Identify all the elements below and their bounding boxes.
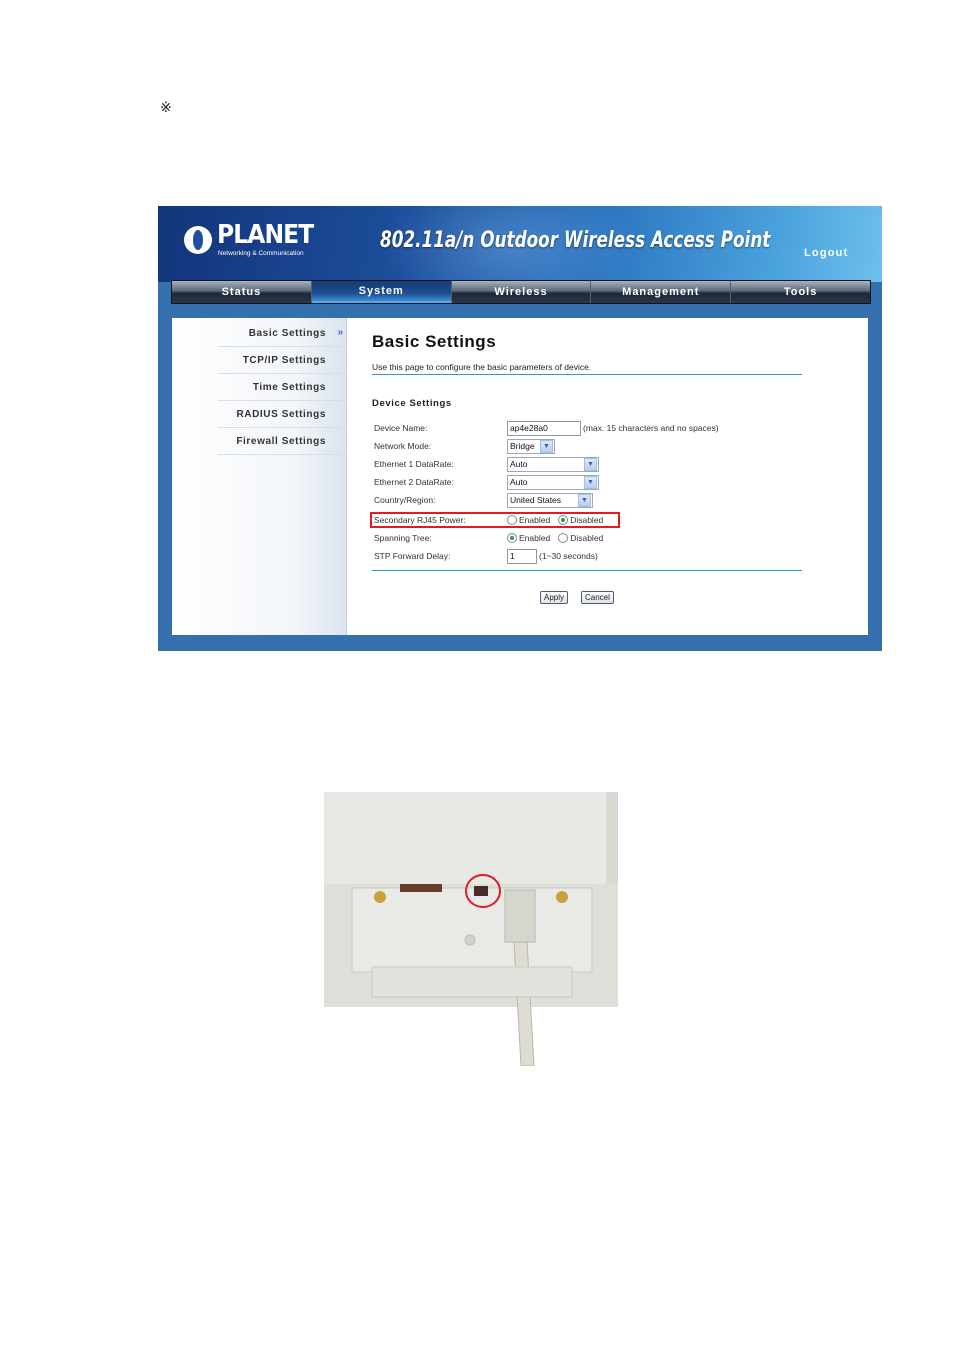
reset-slot [400,884,442,892]
radio-selected-icon [558,515,569,525]
spanning-tree-row: Spanning Tree: Enabled Disabled [374,530,794,546]
device-name-hint: (max. 15 characters and no spaces) [583,423,719,433]
main-content: Basic Settings Use this page to configur… [370,318,868,635]
sidebar: Basic Settings » TCP/IP Settings Time Se… [172,318,347,635]
stp-delay-label: STP Forward Delay: [374,551,451,561]
sidebar-item-label: Basic Settings [248,328,326,339]
sidebar-item-basic-settings[interactable]: Basic Settings » [218,320,346,347]
chevron-down-icon: ▼ [584,457,597,471]
tab-system[interactable]: System [311,281,452,303]
rj45-power-enabled-radio[interactable]: Enabled [507,515,550,525]
sidebar-item-radius-settings[interactable]: RADIUS Settings [218,401,346,428]
network-mode-select[interactable]: Bridge ▼ [507,438,555,454]
device-name-input[interactable]: ap4e28a0 [507,420,581,436]
tab-status[interactable]: Status [172,281,312,303]
planet-logo-icon [184,226,212,254]
apply-button[interactable]: Apply [540,591,569,604]
logout-link[interactable]: Logout [804,247,848,259]
secondary-rj45-port [474,886,488,896]
country-row: Country/Region: United States ▼ [374,492,794,508]
divider [372,570,802,571]
radio-label: Disabled [570,533,604,543]
radio-label: Enabled [519,533,551,543]
page-description: Use this page to configure the basic par… [372,362,592,372]
tab-tools[interactable]: Tools [731,281,870,303]
network-mode-value: Bridge [510,441,535,451]
spanning-tree-label: Spanning Tree: [374,533,432,543]
eth1-rate-label: Ethernet 1 DataRate: [374,459,454,469]
header-banner: PLANET Networking & Communication 802.11… [158,206,882,282]
spanning-tree-enabled-radio[interactable]: Enabled [507,533,550,543]
radio-icon [558,533,569,543]
eth1-rate-row: Ethernet 1 DataRate: Auto ▼ [374,456,794,472]
sidebar-item-label: Firewall Settings [236,436,326,447]
stp-delay-hint: (1~30 seconds) [539,551,598,561]
eth1-rate-value: Auto [510,459,528,469]
page-title: Basic Settings [372,332,497,351]
brand-tagline: Networking & Communication [218,250,304,257]
stp-delay-row: STP Forward Delay: 1 (1~30 seconds) [374,548,794,564]
eth2-rate-label: Ethernet 2 DataRate: [374,477,454,487]
rj45-power-row: Secondary RJ45 Power: Enabled Disabled [374,512,794,528]
sidebar-item-firewall-settings[interactable]: Firewall Settings [218,428,346,455]
country-value: United States [510,495,562,505]
eth2-rate-row: Ethernet 2 DataRate: Auto ▼ [374,474,794,490]
eth2-rate-value: Auto [510,477,528,487]
spanning-tree-disabled-radio[interactable]: Disabled [558,533,603,543]
brand-name: PLANET [217,220,314,250]
compartment-latches [371,966,573,998]
sidebar-item-time-settings[interactable]: Time Settings [218,374,346,401]
eth1-rate-select[interactable]: Auto ▼ [507,456,599,472]
network-mode-label: Network Mode: [374,441,432,451]
chevron-down-icon: ▼ [578,493,591,507]
radio-label: Disabled [570,515,604,525]
device-name-label: Device Name: [374,423,428,433]
mount-post [464,934,476,946]
tab-wireless[interactable]: Wireless [452,281,592,303]
chevron-down-icon: ▼ [540,439,553,453]
device-housing [324,792,609,884]
country-label: Country/Region: [374,495,436,505]
web-ui-screenshot: PLANET Networking & Communication 802.11… [158,206,882,651]
main-nav: Status System Wireless Management Tools [171,280,871,304]
sidebar-item-label: Time Settings [252,382,326,393]
section-title: Device Settings [372,398,452,409]
reference-mark: ※ [160,100,172,116]
content-panel: Basic Settings » TCP/IP Settings Time Se… [172,318,868,635]
tab-management[interactable]: Management [591,281,732,303]
planet-logo: PLANET Networking & Communication [184,220,314,260]
network-mode-row: Network Mode: Bridge ▼ [374,438,794,454]
chevron-down-icon: ▼ [584,475,597,489]
device-port-photo [322,792,620,1066]
sidebar-item-label: TCP/IP Settings [242,355,326,366]
product-title: 802.11a/n Outdoor Wireless Access Point [380,228,771,253]
port-panel [351,887,593,973]
country-select[interactable]: United States ▼ [507,492,593,508]
radio-selected-icon [507,533,517,543]
stp-delay-input[interactable]: 1 [507,548,537,564]
ethernet-plug [504,889,536,943]
divider [372,374,802,375]
double-chevron-right-icon: » [337,327,343,338]
eth2-rate-select[interactable]: Auto ▼ [507,474,599,490]
radio-icon [507,515,517,525]
antenna-connector-right [556,891,568,903]
sidebar-item-tcpip-settings[interactable]: TCP/IP Settings [218,347,346,374]
cancel-button[interactable]: Cancel [581,591,614,604]
rj45-power-disabled-radio[interactable]: Disabled [558,515,603,525]
radio-label: Enabled [519,515,551,525]
device-name-row: Device Name: ap4e28a0 (max. 15 character… [374,420,794,436]
antenna-connector-left [374,891,386,903]
rj45-power-label: Secondary RJ45 Power: [374,515,466,525]
sidebar-item-label: RADIUS Settings [236,409,326,420]
